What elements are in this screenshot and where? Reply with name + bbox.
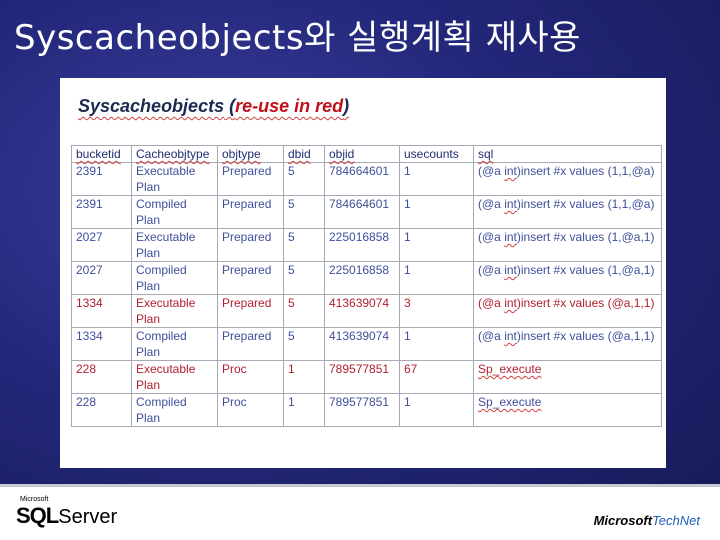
cell-cacheobjtype: Compiled Plan — [131, 261, 218, 295]
cell-objid: 789577851 — [324, 393, 400, 427]
microsoft-technet-logo: MicrosoftTechNet — [593, 513, 700, 528]
cell-usecounts: 67 — [399, 360, 474, 394]
syscacheobjects-table: bucketid Cacheobjtype objtype dbid objid… — [71, 145, 662, 427]
slide-title: Syscacheobjects와 실행계획 재사용 — [14, 18, 581, 58]
cell-objtype: Prepared — [217, 162, 284, 196]
cell-usecounts: 1 — [399, 327, 474, 361]
cell-usecounts: 1 — [399, 162, 474, 196]
cell-cacheobjtype: Compiled Plan — [131, 327, 218, 361]
cell-dbid: 1 — [283, 393, 325, 427]
cell-dbid: 5 — [283, 228, 325, 262]
table-body: 2391 Executable Plan Prepared 5 784664601 1 (@a… — [71, 162, 662, 427]
cell-objtype: Proc — [217, 360, 284, 394]
table-row: 2027 Executable Plan Prepared 5 225016858 1 (@a… — [71, 228, 662, 262]
panel-heading-main: Syscacheobjects — [78, 96, 225, 116]
cell-usecounts: 1 — [399, 195, 474, 229]
table-row: 228 Executable Plan Proc 1 789577851 67 Sp_exec… — [71, 360, 662, 394]
header-objid: objid — [324, 145, 400, 163]
footer-bar: Microsoft SQLServer MicrosoftTechNet — [0, 484, 720, 540]
cell-sql: (@a int)insert #x values (@a,1,1) — [473, 327, 662, 361]
cell-cacheobjtype: Executable Plan — [131, 228, 218, 262]
cell-usecounts: 1 — [399, 228, 474, 262]
cell-objid: 413639074 — [324, 294, 400, 328]
header-cacheobjtype: Cacheobjtype — [131, 145, 218, 163]
table-row: 2391 Executable Plan Prepared 5 784664601 1 (@a… — [71, 162, 662, 196]
footer-divider — [0, 484, 720, 487]
screenshot-panel: Syscacheobjects (re-use in red) bucketid… — [60, 78, 666, 468]
cell-usecounts: 1 — [399, 393, 474, 427]
cell-sql: (@a int)insert #x values (1,@a,1) — [473, 228, 662, 262]
cell-objid: 413639074 — [324, 327, 400, 361]
cell-bucketid: 2027 — [71, 228, 132, 262]
cell-dbid: 5 — [283, 294, 325, 328]
cell-objid: 225016858 — [324, 261, 400, 295]
cell-bucketid: 1334 — [71, 294, 132, 328]
cell-sql: Sp_execute — [473, 393, 662, 427]
cell-usecounts: 3 — [399, 294, 474, 328]
cell-objtype: Prepared — [217, 294, 284, 328]
panel-heading: Syscacheobjects (re-use in red) — [78, 96, 349, 117]
header-sql: sql — [473, 145, 662, 163]
cell-dbid: 5 — [283, 261, 325, 295]
cell-cacheobjtype: Executable Plan — [131, 162, 218, 196]
table-row: 2391 Compiled Plan Prepared 5 784664601 1 (@a i… — [71, 195, 662, 229]
cell-sql: (@a int)insert #x values (@a,1,1) — [473, 294, 662, 328]
cell-sql: (@a int)insert #x values (1,@a,1) — [473, 261, 662, 295]
header-objtype: objtype — [217, 145, 284, 163]
cell-objid: 789577851 — [324, 360, 400, 394]
cell-objtype: Prepared — [217, 261, 284, 295]
cell-cacheobjtype: Compiled Plan — [131, 195, 218, 229]
table-row: 1334 Compiled Plan Prepared 5 413639074 1 (@a i… — [71, 327, 662, 361]
cell-dbid: 5 — [283, 327, 325, 361]
cell-bucketid: 2027 — [71, 261, 132, 295]
cell-objtype: Prepared — [217, 228, 284, 262]
cell-bucketid: 228 — [71, 360, 132, 394]
cell-bucketid: 1334 — [71, 327, 132, 361]
table-row: 228 Compiled Plan Proc 1 789577851 1 Sp_execute — [71, 393, 662, 427]
cell-sql: (@a int)insert #x values (1,1,@a) — [473, 195, 662, 229]
table-row: 1334 Executable Plan Prepared 5 413639074 3 (@a… — [71, 294, 662, 328]
cell-sql: Sp_execute — [473, 360, 662, 394]
cell-dbid: 5 — [283, 195, 325, 229]
cell-cacheobjtype: Executable Plan — [131, 360, 218, 394]
cell-cacheobjtype: Executable Plan — [131, 294, 218, 328]
cell-dbid: 5 — [283, 162, 325, 196]
table-row: 2027 Compiled Plan Prepared 5 225016858 1 (@a i… — [71, 261, 662, 295]
cell-objtype: Prepared — [217, 327, 284, 361]
cell-bucketid: 228 — [71, 393, 132, 427]
cell-objid: 784664601 — [324, 195, 400, 229]
header-dbid: dbid — [283, 145, 325, 163]
table-header-row: bucketid Cacheobjtype objtype dbid objid… — [71, 145, 662, 163]
panel-heading-paren-close: ) — [343, 96, 350, 116]
panel-heading-paren-open: ( — [224, 96, 236, 116]
cell-sql: (@a int)insert #x values (1,1,@a) — [473, 162, 662, 196]
cell-usecounts: 1 — [399, 261, 474, 295]
cell-dbid: 1 — [283, 360, 325, 394]
header-bucketid: bucketid — [71, 145, 132, 163]
header-usecounts: usecounts — [399, 145, 474, 163]
cell-cacheobjtype: Compiled Plan — [131, 393, 218, 427]
cell-bucketid: 2391 — [71, 195, 132, 229]
cell-objid: 225016858 — [324, 228, 400, 262]
sql-server-logo: Microsoft SQLServer — [16, 496, 118, 528]
cell-bucketid: 2391 — [71, 162, 132, 196]
cell-objtype: Proc — [217, 393, 284, 427]
panel-heading-reuse-note: re-use in red — [235, 96, 344, 116]
cell-objid: 784664601 — [324, 162, 400, 196]
cell-objtype: Prepared — [217, 195, 284, 229]
